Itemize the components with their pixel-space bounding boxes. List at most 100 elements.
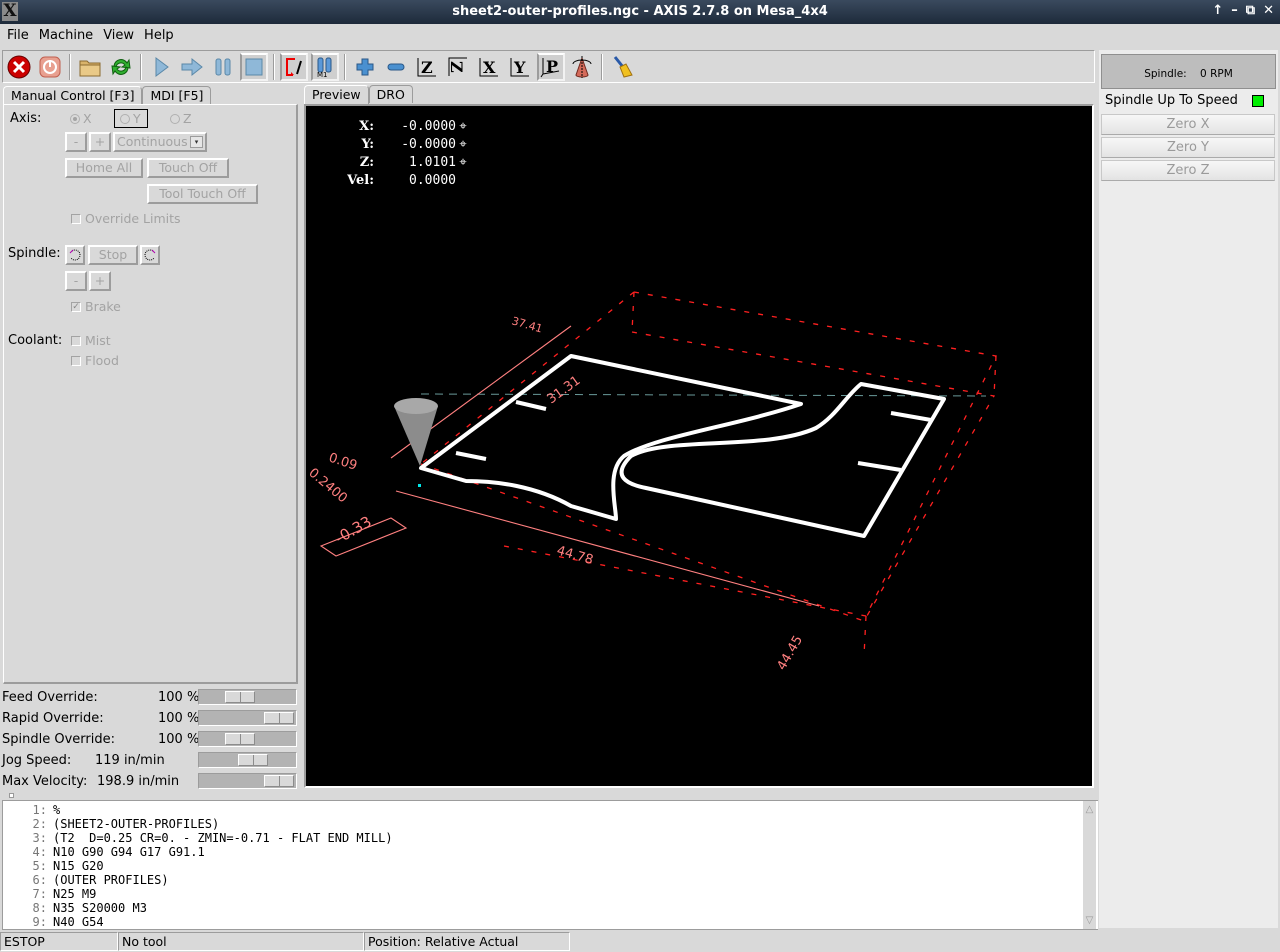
slider-thumb[interactable] — [238, 754, 268, 766]
power-icon — [39, 56, 61, 77]
run-program-button[interactable] — [147, 53, 175, 81]
jog-speed-slider[interactable] — [198, 752, 297, 768]
optional-stop-button[interactable]: M1 — [311, 52, 339, 81]
machine-state-status: ESTOP — [0, 932, 118, 951]
position-mode-status: Position: Relative Actual — [364, 932, 570, 951]
zero-z-button[interactable]: Zero Z — [1101, 160, 1275, 181]
tab-manual-control[interactable]: Manual Control [F3] — [3, 86, 143, 105]
gcode-line[interactable]: 3: (T2 D=0.25 CR=0. - ZMIN=-0.71 - FLAT E… — [3, 831, 1098, 845]
reload-file-button[interactable] — [107, 53, 135, 81]
tool-touch-off-button[interactable]: Tool Touch Off — [147, 184, 258, 204]
axis-z-radio[interactable]: Z — [170, 111, 192, 126]
scroll-up-arrow-icon[interactable]: △ — [1083, 803, 1096, 816]
spindle-plus-button[interactable]: + — [89, 271, 111, 291]
flood-label: Flood — [85, 353, 119, 368]
line-text: N15 G20 — [53, 859, 104, 873]
checkbox-box — [71, 213, 81, 224]
pane-resize-handle[interactable] — [9, 793, 14, 798]
gcode-line[interactable]: 2: (SHEET2-OUTER-PROFILES) — [3, 817, 1098, 831]
gcode-scrollbar[interactable]: △ ▽ — [1082, 801, 1096, 929]
pause-program-button[interactable] — [209, 53, 237, 81]
dro-value: -0.0000 — [401, 137, 456, 152]
gcode-line[interactable]: 9: N40 G54 — [3, 915, 1098, 929]
line-number: 9: — [32, 915, 47, 929]
machine-power-button[interactable] — [36, 53, 64, 81]
axis-y-radio[interactable]: Y — [114, 109, 148, 128]
spindle-stop-button[interactable]: Stop — [88, 245, 138, 265]
scroll-down-arrow-icon[interactable]: ▽ — [1083, 914, 1096, 927]
jog-minus-button[interactable]: - — [65, 132, 87, 152]
jog-plus-button[interactable]: + — [89, 132, 111, 152]
svg-text:X: X — [483, 58, 496, 77]
window-title: sheet2-outer-profiles.ngc - AXIS 2.7.8 o… — [452, 4, 828, 19]
close-window-button[interactable]: ✕ — [1263, 3, 1274, 18]
block-delete-button[interactable] — [280, 52, 308, 81]
rotate-view-button[interactable] — [568, 53, 596, 81]
slider-thumb[interactable] — [225, 691, 255, 703]
zoom-out-icon — [387, 63, 405, 70]
spindle-forward-button[interactable] — [140, 245, 160, 265]
override-limits-checkbox[interactable]: Override Limits — [71, 211, 181, 226]
touch-off-button[interactable]: Touch Off — [147, 158, 229, 178]
max-velocity-row: Max Velocity: 198.9 in/min — [2, 772, 298, 792]
view-z-button[interactable]: Z — [413, 53, 441, 81]
max-velocity-value: 198.9 in/min — [97, 774, 180, 789]
window-titlebar[interactable]: X sheet2-outer-profiles.ngc - AXIS 2.7.8… — [0, 0, 1280, 24]
spindle-minus-button[interactable]: - — [65, 271, 87, 291]
menu-machine[interactable]: Machine — [34, 28, 98, 43]
spindle-override-slider[interactable] — [198, 731, 297, 747]
gcode-line[interactable]: 1:% — [3, 803, 1098, 817]
spindle-at-speed-led — [1252, 95, 1264, 107]
gcode-line[interactable]: 4: N10 G90 G94 G17 G91.1 — [3, 845, 1098, 859]
zero-x-button[interactable]: Zero X — [1101, 114, 1275, 135]
shade-window-button[interactable]: ↑ — [1212, 3, 1223, 18]
dro-row-vel: Vel: 0.0000 — [326, 172, 470, 190]
menu-file[interactable]: File — [2, 28, 34, 43]
zoom-in-button[interactable] — [351, 53, 379, 81]
gcode-line[interactable]: 6: (OUTER PROFILES) — [3, 873, 1098, 887]
view-x-button[interactable]: X — [475, 53, 503, 81]
toolpath-preview[interactable]: 31.31 44.78 37.41 44.45 -0.33 0.09 0.240… — [304, 104, 1094, 788]
brake-checkbox[interactable]: ✓ Brake — [71, 299, 121, 314]
step-program-button[interactable] — [178, 53, 206, 81]
slider-thumb[interactable] — [264, 712, 294, 724]
gcode-listing[interactable]: 1:% 2: (SHEET2-OUTER-PROFILES) 3: (T2 D=0.… — [2, 800, 1098, 930]
tab-mdi[interactable]: MDI [F5] — [142, 86, 212, 104]
gcode-line[interactable]: 5: N15 G20 — [3, 859, 1098, 873]
rapid-override-slider[interactable] — [198, 710, 297, 726]
view-y-button[interactable]: Y — [506, 53, 534, 81]
line-text: N35 S20000 M3 — [53, 901, 147, 915]
axis-x-radio[interactable]: X — [70, 111, 92, 126]
zero-y-button[interactable]: Zero Y — [1101, 137, 1275, 158]
x-extent-label: 44.78 — [555, 543, 595, 568]
view-z-rotated-button[interactable]: Z — [444, 53, 472, 81]
radio-selected-icon — [70, 113, 80, 124]
gcode-line[interactable]: 7: N25 M9 — [3, 887, 1098, 901]
max-velocity-slider[interactable] — [198, 773, 297, 789]
spindle-reverse-button[interactable] — [65, 245, 85, 265]
zoom-out-button[interactable] — [382, 53, 410, 81]
menu-view[interactable]: View — [98, 28, 139, 43]
feed-override-slider[interactable] — [198, 689, 297, 705]
clear-backplot-button[interactable] — [608, 53, 636, 81]
home-all-button[interactable]: Home All — [65, 158, 143, 178]
view-perspective-button[interactable]: P — [537, 52, 565, 81]
flood-checkbox[interactable]: Flood — [71, 353, 119, 368]
tab-dro[interactable]: DRO — [368, 85, 413, 103]
tab-preview[interactable]: Preview — [304, 85, 369, 104]
stop-program-button[interactable] — [240, 52, 268, 81]
menu-help[interactable]: Help — [139, 28, 179, 43]
jog-increment-select[interactable]: Continuous ▾ — [113, 132, 207, 152]
minimize-window-button[interactable]: – — [1231, 3, 1238, 18]
estop-button[interactable] — [5, 53, 33, 81]
slider-thumb[interactable] — [264, 775, 294, 787]
view-z-rotated-icon: Z — [447, 57, 467, 76]
manual-control-panel: Axis: X Y Z - + Continuous ▾ Home All Tou… — [3, 104, 298, 684]
dro-axis-label: Y: — [361, 137, 374, 152]
gcode-line[interactable]: 8: N35 S20000 M3 — [3, 901, 1098, 915]
maximize-window-button[interactable]: ⧉ — [1246, 3, 1255, 18]
step-icon — [181, 57, 203, 76]
open-file-button[interactable] — [76, 53, 104, 81]
mist-checkbox[interactable]: Mist — [71, 333, 111, 348]
slider-thumb[interactable] — [225, 733, 255, 745]
